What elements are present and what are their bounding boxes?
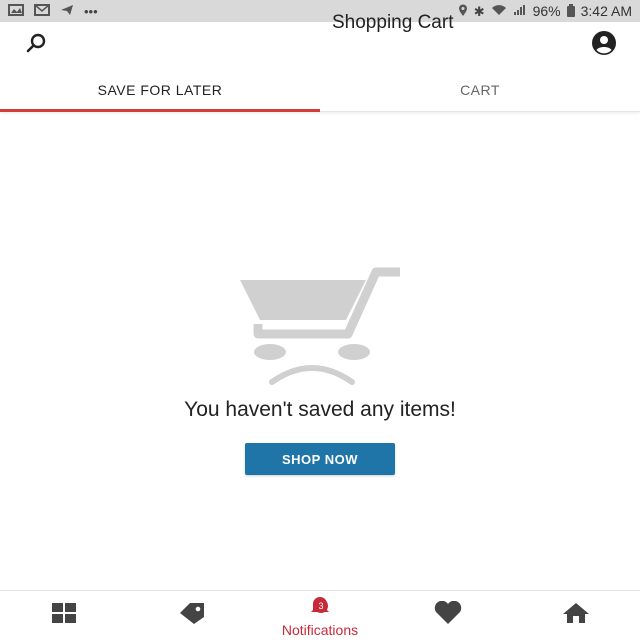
signal-icon bbox=[513, 4, 527, 18]
more-dots-icon: ••• bbox=[84, 3, 98, 19]
empty-state-message: You haven't saved any items! bbox=[184, 398, 456, 421]
tab-label: SAVE FOR LATER bbox=[97, 81, 223, 98]
heart-icon bbox=[433, 600, 463, 630]
battery-icon bbox=[566, 3, 575, 19]
mail-icon bbox=[34, 4, 50, 18]
nav-item-deals[interactable] bbox=[128, 591, 256, 640]
bottom-nav: 3 Notifications bbox=[0, 590, 640, 640]
battery-percent: 96% bbox=[532, 3, 561, 19]
sad-cart-icon bbox=[236, 267, 406, 390]
empty-cart-illustration bbox=[236, 266, 406, 386]
nav-item-wishlist[interactable] bbox=[384, 591, 512, 640]
search-icon bbox=[25, 32, 47, 59]
search-button[interactable] bbox=[22, 31, 50, 59]
page-title: Shopping Cart bbox=[332, 12, 454, 33]
nav-item-home[interactable] bbox=[512, 591, 640, 640]
grid-icon bbox=[51, 602, 77, 629]
tab-label: CART bbox=[460, 81, 500, 98]
tab-save-for-later[interactable]: SAVE FOR LATER bbox=[0, 68, 320, 112]
nav-item-notifications[interactable]: 3 Notifications bbox=[256, 591, 384, 640]
nav-item-categories[interactable] bbox=[0, 591, 128, 640]
app-bar bbox=[0, 22, 640, 68]
location-icon bbox=[458, 4, 468, 19]
shop-now-button[interactable]: SHOP NOW bbox=[245, 443, 395, 475]
send-icon bbox=[60, 4, 74, 18]
home-icon bbox=[562, 602, 590, 629]
gallery-icon bbox=[8, 4, 24, 18]
status-right: ✱ 96% 3:42 AM bbox=[458, 3, 632, 19]
tab-cart[interactable]: CART bbox=[320, 68, 640, 111]
status-time: 3:42 AM bbox=[580, 3, 632, 19]
tag-icon bbox=[178, 601, 206, 630]
status-left: ••• bbox=[8, 4, 98, 18]
cart-tabs: SAVE FOR LATER CART bbox=[0, 68, 640, 112]
bluetooth-icon: ✱ bbox=[473, 3, 485, 19]
notification-badge: 3 bbox=[314, 599, 328, 613]
account-circle-icon bbox=[591, 30, 617, 61]
wifi-icon bbox=[491, 4, 507, 18]
status-bar: ••• ✱ 96% 3:42 AM bbox=[0, 0, 640, 22]
nav-label-notifications: Notifications bbox=[281, 621, 359, 638]
account-button[interactable] bbox=[590, 30, 618, 61]
